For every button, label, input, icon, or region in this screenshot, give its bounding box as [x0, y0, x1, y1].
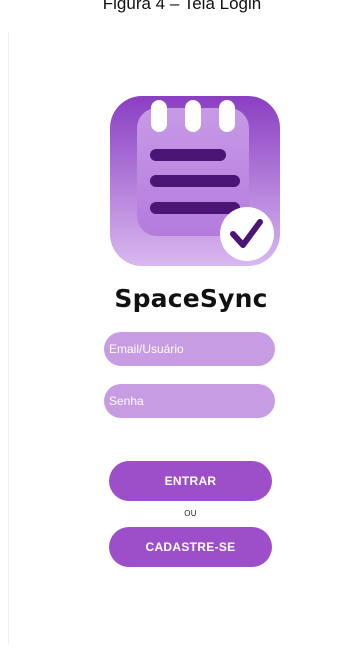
- enter-button[interactable]: ENTRAR: [109, 461, 272, 501]
- app-title: SpaceSync: [114, 284, 268, 313]
- signup-button[interactable]: CADASTRE-SE: [109, 527, 272, 567]
- or-divider-label: OU: [184, 509, 197, 518]
- figure-caption: Figura 4 – Tela Login: [102, 0, 262, 13]
- login-screen: Figura 4 – Tela Login SpaceSync ENT: [0, 0, 364, 648]
- phone-frame-edge: [8, 32, 9, 644]
- password-field[interactable]: [104, 384, 275, 418]
- email-field[interactable]: [104, 332, 275, 366]
- notepad-checkmark-icon: [110, 96, 280, 266]
- password-input[interactable]: [109, 384, 275, 418]
- email-input[interactable]: [109, 332, 275, 366]
